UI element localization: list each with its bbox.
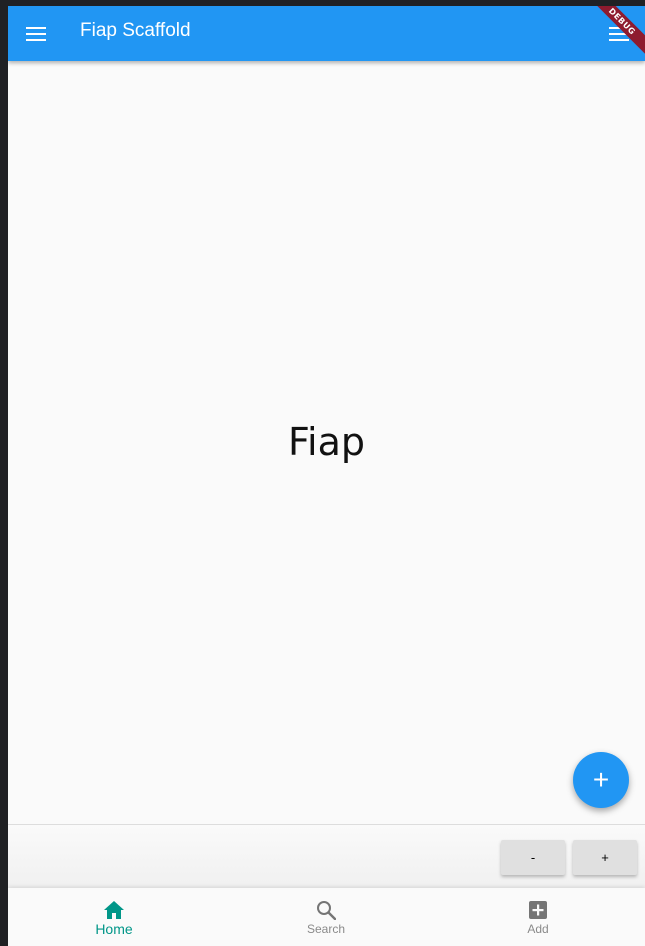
nav-item-home[interactable]: Home — [8, 888, 220, 946]
nav-item-add[interactable]: Add — [432, 888, 644, 946]
body-text: Fiap — [287, 420, 366, 464]
bottom-navigation-bar: Home Search Add — [8, 888, 645, 946]
add-box-icon — [526, 898, 550, 922]
increment-button[interactable]: + — [573, 840, 637, 875]
app-title: Fiap Scaffold — [80, 20, 191, 41]
app-screen: Fiap Scaffold DEBUG Fiap + - + Home Sear… — [8, 6, 645, 946]
nav-label-home: Home — [95, 921, 133, 937]
floating-action-button[interactable]: + — [573, 752, 629, 808]
home-icon — [102, 898, 126, 922]
decrement-button[interactable]: - — [501, 840, 565, 875]
add-icon: + — [592, 764, 610, 795]
menu-icon — [26, 27, 46, 41]
drawer-menu-button[interactable] — [21, 19, 51, 49]
app-bar: Fiap Scaffold DEBUG — [8, 6, 645, 61]
persistent-footer-buttons: - + — [8, 824, 645, 889]
nav-item-search[interactable]: Search — [220, 888, 432, 946]
nav-label-search: Search — [306, 922, 346, 936]
search-icon — [314, 898, 338, 922]
nav-label-add: Add — [527, 922, 549, 936]
